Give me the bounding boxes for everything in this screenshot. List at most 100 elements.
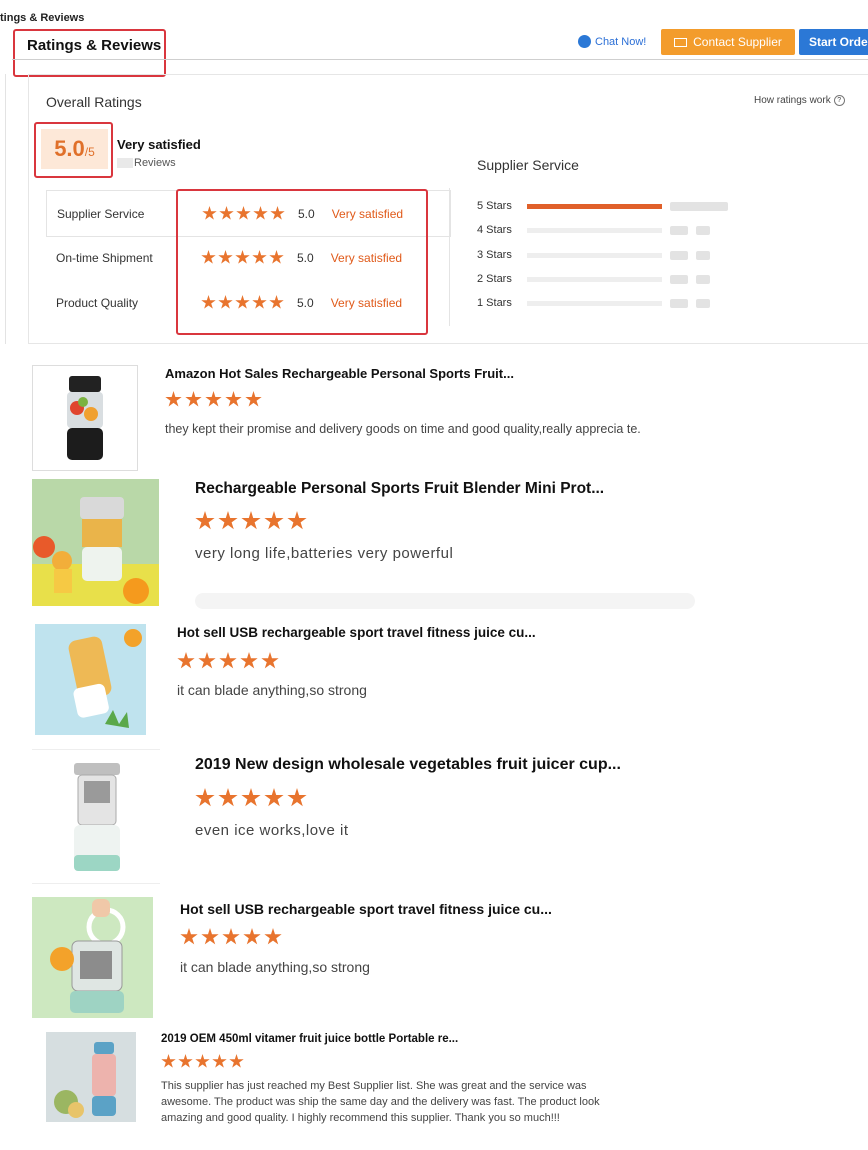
juicer-hand-image [32, 897, 153, 1018]
star-icon [287, 511, 307, 530]
review-stars [177, 652, 279, 670]
supplier-service-title: Supplier Service [477, 157, 579, 173]
reviews-label: Reviews [134, 157, 176, 169]
count-blurred [670, 298, 688, 308]
start-order-label: Start Order [809, 35, 868, 49]
juice-bottle-image [46, 1032, 136, 1122]
star-icon [222, 928, 240, 945]
star-icon [240, 652, 258, 669]
review-stars [161, 1054, 244, 1069]
review-text: they kept their promise and delivery goo… [165, 422, 641, 436]
how-ratings-work-link[interactable]: How ratings work ? [754, 95, 845, 106]
review-product-title[interactable]: Hot sell USB rechargeable sport travel f… [180, 901, 552, 917]
count-blurred [696, 225, 710, 235]
star-bar-label: 1 Stars [477, 297, 512, 309]
star-bar-track [527, 300, 662, 306]
ratings-highlight-box [176, 189, 428, 335]
count-blurred [670, 274, 688, 284]
star-icon [218, 788, 238, 807]
review-product-title[interactable]: 2019 OEM 450ml vitamer fruit juice bottl… [161, 1033, 458, 1045]
star-icon [264, 928, 282, 945]
review-stars [165, 391, 262, 408]
juicer-scene-image [32, 479, 159, 606]
count-blurred [696, 274, 710, 284]
star-icon [241, 788, 261, 807]
product-thumbnail[interactable] [35, 624, 146, 735]
review-text: even ice works,love it [195, 822, 349, 839]
star-icon [218, 511, 238, 530]
review-stars [180, 928, 282, 946]
star-icon [287, 788, 307, 807]
review-product-title[interactable]: Hot sell USB rechargeable sport travel f… [177, 625, 536, 640]
star-bar-label: 2 Stars [477, 273, 512, 285]
star-bar-row: 1 Stars [477, 296, 710, 310]
panel-divider-vertical [449, 188, 450, 326]
star-bar-row: 4 Stars [477, 223, 710, 237]
review-text: This supplier has just reached my Best S… [161, 1080, 600, 1124]
product-thumbnail[interactable] [50, 755, 150, 877]
score-highlight-box [34, 122, 113, 178]
chat-now-link[interactable]: Chat Now! [578, 35, 646, 48]
star-icon [229, 1054, 244, 1068]
reviews-count-blurred [117, 158, 133, 168]
review-text: it can blade anything,so strong [180, 959, 370, 975]
thumbnail-separator [32, 749, 160, 750]
overall-ratings-heading: Overall Ratings [46, 94, 142, 110]
product-thumbnail[interactable] [46, 1032, 136, 1122]
tab-divider [12, 59, 868, 60]
star-bar-fill [527, 203, 662, 209]
review-stars [195, 511, 307, 531]
thumbnail-separator [32, 883, 160, 884]
review-footer-bar [195, 593, 695, 609]
star-icon [178, 1054, 193, 1068]
count-blurred [696, 298, 710, 308]
left-rule [5, 74, 6, 344]
electric-juicer-image [50, 755, 150, 877]
overall-satisfaction: Very satisfied [117, 137, 201, 152]
chat-now-label: Chat Now! [595, 35, 647, 48]
contact-supplier-label: Contact Supplier [693, 35, 782, 49]
review-product-title[interactable]: Amazon Hot Sales Rechargeable Personal S… [165, 366, 514, 381]
star-icon [241, 511, 261, 530]
review-product-title[interactable]: Rechargeable Personal Sports Fruit Blend… [195, 480, 604, 498]
star-icon [205, 391, 222, 407]
start-order-button[interactable]: Start Order [799, 29, 868, 55]
review-product-title[interactable]: 2019 New design wholesale vegetables fru… [195, 756, 621, 774]
juicer-cup-image [35, 624, 146, 735]
contact-supplier-button[interactable]: Contact Supplier [661, 29, 795, 55]
star-bar-row: 3 Stars [477, 248, 710, 262]
star-icon [195, 511, 215, 530]
star-bar-row: 2 Stars [477, 272, 710, 286]
star-bar-track [527, 276, 662, 282]
star-icon [212, 1054, 227, 1068]
count-blurred [670, 250, 688, 260]
star-icon [225, 391, 242, 407]
star-bar-track [527, 252, 662, 258]
tab-highlight-box [13, 29, 166, 77]
count-blurred [670, 201, 728, 211]
review-text: it can blade anything,so strong [177, 682, 367, 698]
star-icon [180, 928, 198, 945]
review-text: very long life,batteries very powerful [195, 545, 454, 562]
star-icon [201, 928, 219, 945]
star-bar-track [527, 203, 662, 209]
count-blurred [670, 225, 688, 235]
star-icon [243, 928, 261, 945]
star-icon [261, 652, 279, 669]
star-bar-label: 5 Stars [477, 200, 512, 212]
envelope-icon [674, 37, 688, 47]
how-ratings-work-label: How ratings work [754, 95, 831, 106]
review-stars [195, 788, 307, 808]
star-bar-label: 3 Stars [477, 249, 512, 261]
product-thumbnail[interactable] [32, 897, 153, 1018]
chat-icon [578, 35, 591, 48]
star-icon [264, 511, 284, 530]
product-thumbnail[interactable] [32, 365, 138, 471]
star-bar-label: 4 Stars [477, 224, 512, 236]
count-blurred [696, 250, 710, 260]
help-icon: ? [833, 95, 845, 106]
star-icon [161, 1054, 176, 1068]
star-icon [198, 652, 216, 669]
star-icon [185, 391, 202, 407]
product-thumbnail[interactable] [32, 479, 159, 606]
